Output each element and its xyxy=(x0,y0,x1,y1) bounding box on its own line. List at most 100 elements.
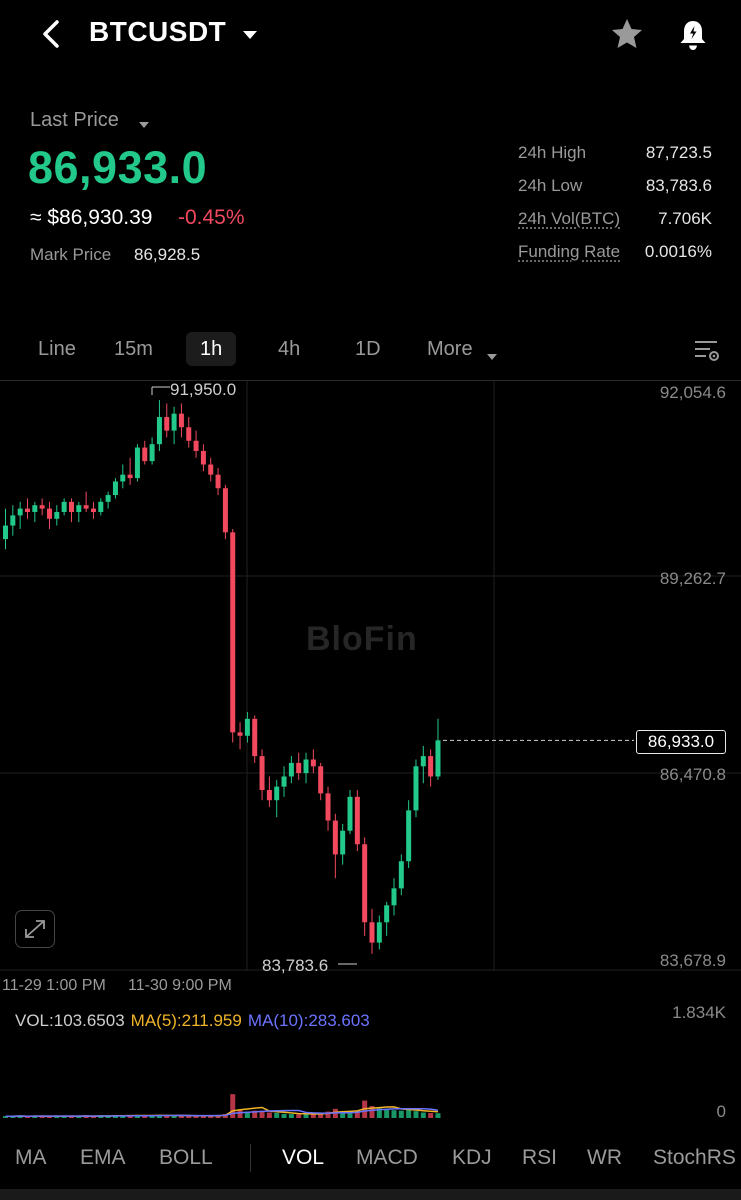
volume-bar xyxy=(391,1110,397,1118)
volume-chart[interactable] xyxy=(0,1030,741,1122)
candle-body xyxy=(127,474,133,479)
price-axis-label: 86,470.8 xyxy=(659,765,726,784)
candle-body xyxy=(68,501,74,512)
price-axis-label: 83,678.9 xyxy=(659,951,726,970)
current-price-tag: 86,933.0 xyxy=(636,730,726,754)
volume-bar xyxy=(428,1112,434,1118)
expand-icon[interactable] xyxy=(15,910,55,948)
stat-24h-low: 24h Low 83,783.6 xyxy=(518,176,712,200)
candle-body xyxy=(120,474,126,482)
candle-body xyxy=(310,759,316,767)
candle-body xyxy=(391,888,397,906)
candle-body xyxy=(222,488,228,533)
candle-body xyxy=(39,505,45,509)
candle-body xyxy=(10,515,16,526)
caret-down-icon[interactable] xyxy=(138,116,150,134)
bell-alert-icon[interactable] xyxy=(674,16,712,54)
caret-down-icon[interactable] xyxy=(486,344,498,367)
candle-body xyxy=(24,508,30,512)
indicator-rsi[interactable]: RSI xyxy=(522,1146,557,1170)
candle-body xyxy=(332,820,338,855)
candle-body xyxy=(435,740,441,777)
candle-body xyxy=(215,474,221,489)
indicator-wr[interactable]: WR xyxy=(587,1146,622,1170)
caret-down-icon[interactable] xyxy=(241,28,259,46)
candlestick-chart[interactable] xyxy=(0,381,741,971)
price-axis-label: 92,054.6 xyxy=(659,383,726,402)
tab-4h[interactable]: 4h xyxy=(278,338,300,361)
stat-value: 87,723.5 xyxy=(645,143,712,162)
candle-body xyxy=(318,766,324,794)
mark-price-label: Mark Price xyxy=(30,245,112,264)
candle-body xyxy=(296,762,302,774)
candle-body xyxy=(362,844,368,923)
volume-legend: VOL:103.6503 MA(5):211.959 MA(10):283.603 xyxy=(15,1011,370,1031)
candle-body xyxy=(281,776,287,787)
candle-body xyxy=(259,756,265,791)
home-indicator-bar xyxy=(0,1189,741,1200)
candle-body xyxy=(149,444,155,462)
tab-line[interactable]: Line xyxy=(38,338,76,361)
candle-body xyxy=(193,440,199,451)
chart-settings-icon[interactable] xyxy=(692,336,722,364)
candle-body xyxy=(32,505,38,512)
candle-body xyxy=(83,505,89,509)
candle-body xyxy=(420,756,426,767)
tab-15m[interactable]: 15m xyxy=(114,338,153,361)
timeframe-bar: Line 15m 1h 4h 1D More xyxy=(0,328,741,370)
candle-body xyxy=(398,861,404,889)
indicator-boll[interactable]: BOLL xyxy=(159,1146,213,1170)
candle-body xyxy=(3,525,8,540)
volume-bar xyxy=(384,1109,390,1118)
candle-body xyxy=(90,508,96,512)
candle-body xyxy=(347,796,353,831)
candle-body xyxy=(340,830,346,855)
tab-1d[interactable]: 1D xyxy=(355,338,381,361)
price-change-percent: -0.45% xyxy=(178,206,245,229)
volume-bar xyxy=(398,1110,404,1118)
stat-label[interactable]: Funding Rate xyxy=(518,242,620,262)
stat-label[interactable]: 24h Vol(BTC) xyxy=(518,209,620,229)
candle-body xyxy=(171,413,177,431)
volume-bar xyxy=(266,1112,272,1118)
volume-bar xyxy=(274,1112,280,1118)
volume-bar xyxy=(237,1109,243,1118)
low-price-marker: 83,783.6 xyxy=(262,956,329,975)
candle-body xyxy=(406,810,412,862)
indicator-kdj[interactable]: KDJ xyxy=(452,1146,492,1170)
star-icon[interactable] xyxy=(608,16,646,54)
stat-value: 83,783.6 xyxy=(645,176,712,195)
candle-body xyxy=(178,413,184,428)
divider xyxy=(250,1144,251,1172)
candle-body xyxy=(61,501,67,512)
volume-axis-max: 1.834K xyxy=(672,1003,726,1022)
back-icon[interactable] xyxy=(34,16,70,52)
pair-selector[interactable]: BTCUSDT xyxy=(89,16,226,48)
indicator-ma[interactable]: MA xyxy=(15,1146,47,1170)
volume-bar xyxy=(420,1112,426,1118)
tab-more[interactable]: More xyxy=(427,338,473,361)
candle-body xyxy=(134,447,140,479)
indicator-stochrsi[interactable]: StochRS xyxy=(653,1146,736,1170)
candle-body xyxy=(186,427,192,441)
candle-body xyxy=(200,450,206,465)
candle-body xyxy=(252,718,258,757)
candle-body xyxy=(142,447,148,462)
indicator-vol[interactable]: VOL xyxy=(282,1146,324,1170)
usd-approx-value: ≈ $86,930.39 xyxy=(30,206,153,229)
watermark: BloFin xyxy=(306,620,418,658)
indicator-macd[interactable]: MACD xyxy=(356,1146,418,1170)
time-axis-label: 11-29 1:00 PM xyxy=(2,977,106,994)
candle-body xyxy=(384,905,390,923)
indicator-ema[interactable]: EMA xyxy=(80,1146,126,1170)
volume-bar xyxy=(281,1113,287,1118)
price-axis-label: 89,262.7 xyxy=(659,569,726,588)
vol-value: VOL:103.6503 xyxy=(15,1011,125,1030)
candle-body xyxy=(274,786,280,801)
candle-body xyxy=(288,762,294,777)
ma10-value: MA(10):283.603 xyxy=(247,1011,370,1030)
stat-value: 7.706K xyxy=(658,209,712,228)
last-price-label[interactable]: Last Price xyxy=(30,109,119,132)
candle-body xyxy=(112,481,118,496)
tab-1h[interactable]: 1h xyxy=(186,332,237,366)
